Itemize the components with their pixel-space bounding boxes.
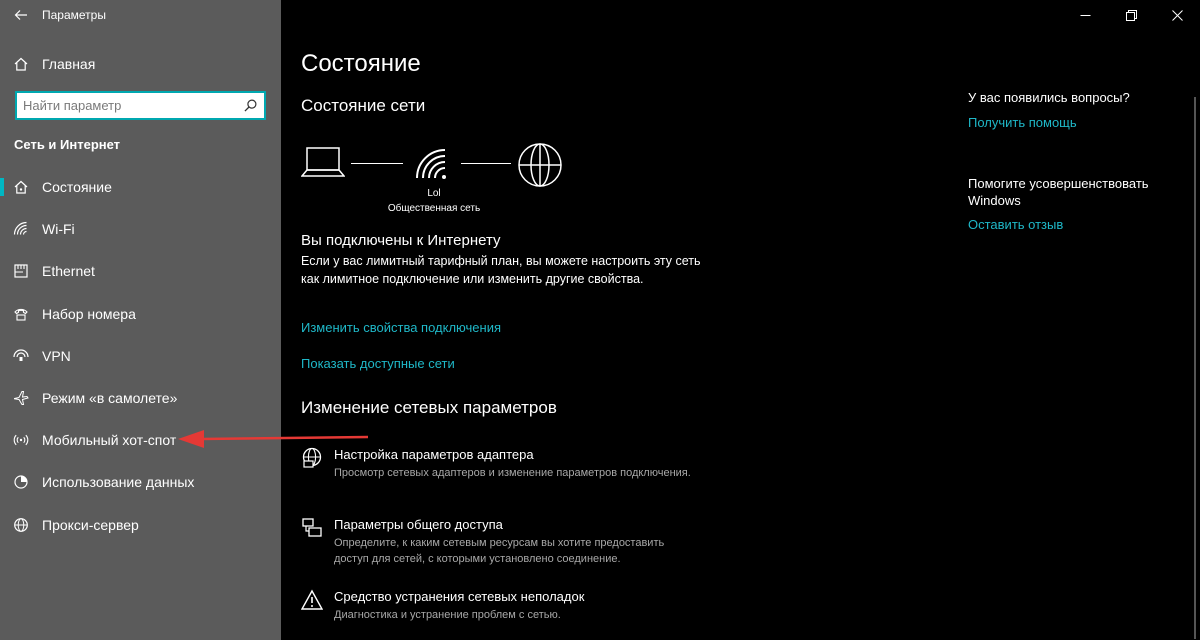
page-title: Состояние (301, 50, 421, 77)
show-available-networks-link[interactable]: Показать доступные сети (301, 356, 455, 371)
ethernet-icon (0, 263, 42, 279)
globe-icon (0, 517, 42, 533)
titlebar-left: Параметры (0, 0, 281, 30)
sidebar-item-home[interactable]: Главная (0, 48, 281, 80)
setting-title: Параметры общего доступа (334, 517, 503, 532)
sidebar-item-label: Использование данных (42, 474, 195, 491)
sidebar: Параметры Главная Сеть и Интернет Состоя… (0, 0, 281, 640)
back-button[interactable] (0, 0, 42, 30)
home-icon (0, 56, 42, 72)
sidebar-item-data-usage[interactable]: Использование данных (0, 461, 281, 503)
app-title: Параметры (42, 8, 106, 22)
connection-status-description: Если у вас лимитный тарифный план, вы мо… (301, 254, 701, 286)
sharing-icon (301, 517, 325, 541)
sidebar-section-title: Сеть и Интернет (14, 137, 121, 152)
close-icon (1171, 9, 1183, 21)
main-content: Состояние Состояние сети Lol Общественна… (281, 0, 1200, 640)
search-box[interactable] (15, 91, 266, 120)
search-input[interactable] (17, 93, 236, 118)
setting-title: Средство устранения сетевых неполадок (334, 589, 585, 604)
sidebar-item-airplane[interactable]: Режим «в самолете» (0, 377, 281, 419)
sidebar-item-hotspot[interactable]: Мобильный хот-спот (0, 419, 281, 461)
sidebar-item-label: Мобильный хот-спот (42, 432, 177, 449)
warning-icon (300, 589, 325, 613)
change-connection-properties-link[interactable]: Изменить свойства подключения (301, 320, 501, 335)
vpn-icon (0, 348, 42, 364)
sidebar-item-label: Wi-Fi (42, 221, 75, 238)
setting-description: Диагностика и устранение проблем с сетью… (334, 609, 561, 621)
window-controls (1062, 0, 1200, 30)
network-status-heading: Состояние сети (301, 96, 426, 115)
search-icon[interactable] (236, 93, 264, 118)
minimize-icon (1080, 14, 1090, 16)
laptop-icon (301, 147, 345, 177)
restore-icon (1125, 9, 1137, 21)
sidebar-item-proxy[interactable]: Прокси-сервер (0, 504, 281, 546)
home-network-icon (0, 179, 42, 195)
globe-icon (518, 143, 562, 187)
network-diagram: Lol Общественная сеть (301, 142, 571, 218)
wifi-icon (0, 221, 42, 237)
help-question-text: У вас появились вопросы? (968, 90, 1130, 105)
connection-line (351, 163, 403, 164)
sidebar-item-label: Ethernet (42, 263, 95, 280)
restore-button[interactable] (1108, 0, 1154, 30)
improve-windows-text: Помогите усовершенствовать Windows (968, 176, 1149, 208)
sidebar-item-wifi[interactable]: Wi-Fi (0, 208, 281, 250)
data-usage-icon (0, 474, 42, 490)
network-name: Lol (427, 188, 441, 199)
setting-description: Определите, к каким сетевым ресурсам вы … (334, 537, 665, 565)
network-type: Общественная сеть (387, 203, 481, 214)
sidebar-item-label: Режим «в самолете» (42, 390, 178, 407)
back-arrow-icon (14, 10, 27, 20)
adapter-icon (301, 447, 325, 471)
scrollbar[interactable] (1194, 97, 1196, 639)
wifi-signal-icon (416, 149, 446, 179)
connection-status-title: Вы подключены к Интернету (301, 232, 501, 249)
give-feedback-link[interactable]: Оставить отзыв (968, 217, 1063, 232)
sidebar-item-label: Главная (42, 56, 96, 72)
airplane-icon (0, 390, 42, 406)
get-help-link[interactable]: Получить помощь (968, 115, 1077, 130)
close-button[interactable] (1154, 0, 1200, 30)
setting-description: Просмотр сетевых адаптеров и изменение п… (334, 467, 691, 479)
change-settings-heading: Изменение сетевых параметров (301, 398, 557, 417)
sidebar-item-label: Прокси-сервер (42, 516, 139, 533)
minimize-button[interactable] (1062, 0, 1108, 30)
sidebar-item-label: Состояние (42, 179, 112, 196)
sidebar-nav: Состояние Wi-Fi Ethernet Набор номера VP… (0, 166, 281, 546)
dialup-icon (0, 306, 42, 322)
sidebar-item-ethernet[interactable]: Ethernet (0, 250, 281, 292)
sidebar-item-status[interactable]: Состояние (0, 166, 281, 208)
sidebar-item-label: Набор номера (42, 305, 136, 322)
connection-line (461, 163, 511, 164)
sidebar-item-label: VPN (42, 347, 71, 364)
sidebar-item-vpn[interactable]: VPN (0, 335, 281, 377)
sidebar-item-dialup[interactable]: Набор номера (0, 293, 281, 335)
setting-title: Настройка параметров адаптера (334, 447, 534, 462)
hotspot-icon (0, 432, 42, 448)
